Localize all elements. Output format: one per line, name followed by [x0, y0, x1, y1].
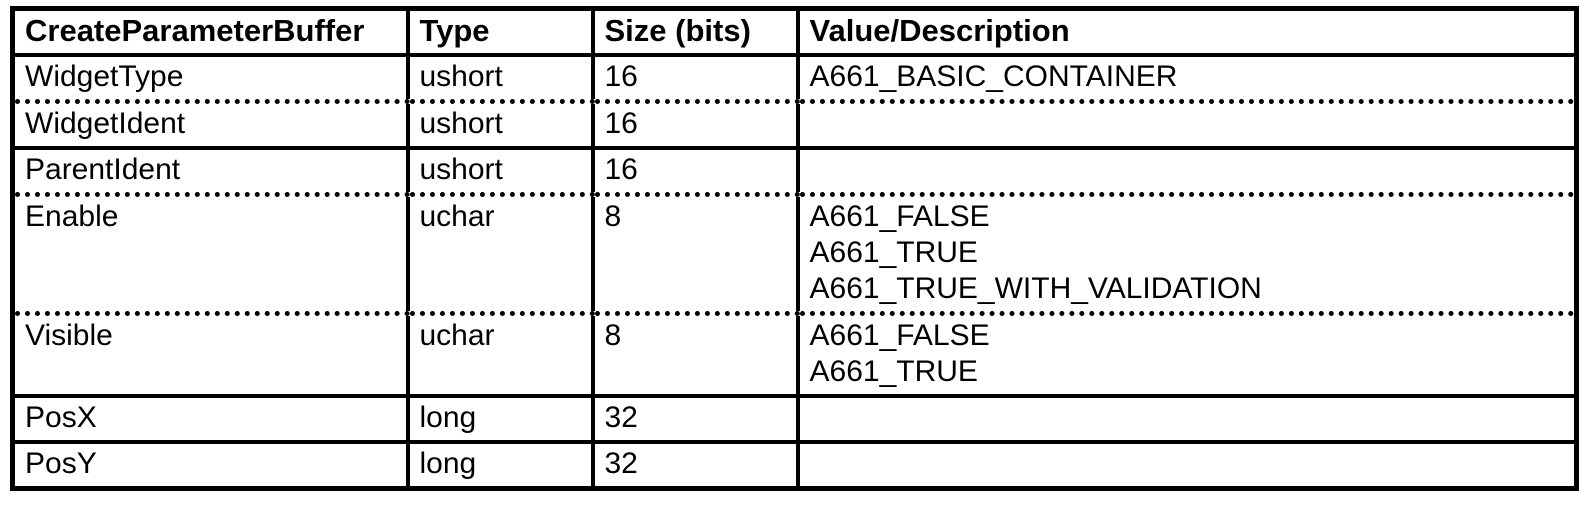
cell-value: A661_FALSE A661_TRUE — [798, 313, 1577, 396]
enum-value: A661_TRUE — [810, 354, 1565, 390]
cell-type: uchar — [408, 194, 593, 313]
cell-size: 16 — [593, 148, 798, 195]
cell-type: ushort — [408, 148, 593, 195]
cell-value: A661_BASIC_CONTAINER — [798, 55, 1577, 102]
table-row: WidgetType ushort 16 A661_BASIC_CONTAINE… — [13, 55, 1577, 102]
cell-size: 32 — [593, 442, 798, 489]
cell-name: PosX — [13, 396, 408, 442]
enum-value: A661_TRUE — [810, 235, 1565, 271]
create-parameter-buffer-table: CreateParameterBuffer Type Size (bits) V… — [10, 6, 1579, 491]
enum-value: A661_FALSE — [810, 199, 1565, 235]
table-row: Enable uchar 8 A661_FALSE A661_TRUE A661… — [13, 194, 1577, 313]
cell-name: WidgetIdent — [13, 101, 408, 148]
cell-type: uchar — [408, 313, 593, 396]
table-row: ParentIdent ushort 16 — [13, 148, 1577, 195]
cell-value — [798, 396, 1577, 442]
cell-value: A661_FALSE A661_TRUE A661_TRUE_WITH_VALI… — [798, 194, 1577, 313]
cell-size: 32 — [593, 396, 798, 442]
table-row: Visible uchar 8 A661_FALSE A661_TRUE — [13, 313, 1577, 396]
cell-name: WidgetType — [13, 55, 408, 102]
col-header-type: Type — [408, 9, 593, 55]
table-row: WidgetIdent ushort 16 — [13, 101, 1577, 148]
table-row: PosY long 32 — [13, 442, 1577, 489]
cell-size: 8 — [593, 313, 798, 396]
enum-value: A661_TRUE_WITH_VALIDATION — [810, 271, 1565, 307]
enum-value: A661_FALSE — [810, 318, 1565, 354]
cell-size: 8 — [593, 194, 798, 313]
col-header-value: Value/Description — [798, 9, 1577, 55]
cell-value — [798, 442, 1577, 489]
cell-name: Visible — [13, 313, 408, 396]
cell-size: 16 — [593, 55, 798, 102]
cell-name: PosY — [13, 442, 408, 489]
cell-type: ushort — [408, 101, 593, 148]
col-header-name: CreateParameterBuffer — [13, 9, 408, 55]
table-header-row: CreateParameterBuffer Type Size (bits) V… — [13, 9, 1577, 55]
col-header-size: Size (bits) — [593, 9, 798, 55]
cell-name: ParentIdent — [13, 148, 408, 195]
cell-size: 16 — [593, 101, 798, 148]
cell-name: Enable — [13, 194, 408, 313]
cell-value — [798, 101, 1577, 148]
cell-type: long — [408, 396, 593, 442]
cell-type: ushort — [408, 55, 593, 102]
cell-type: long — [408, 442, 593, 489]
cell-value — [798, 148, 1577, 195]
table-row: PosX long 32 — [13, 396, 1577, 442]
